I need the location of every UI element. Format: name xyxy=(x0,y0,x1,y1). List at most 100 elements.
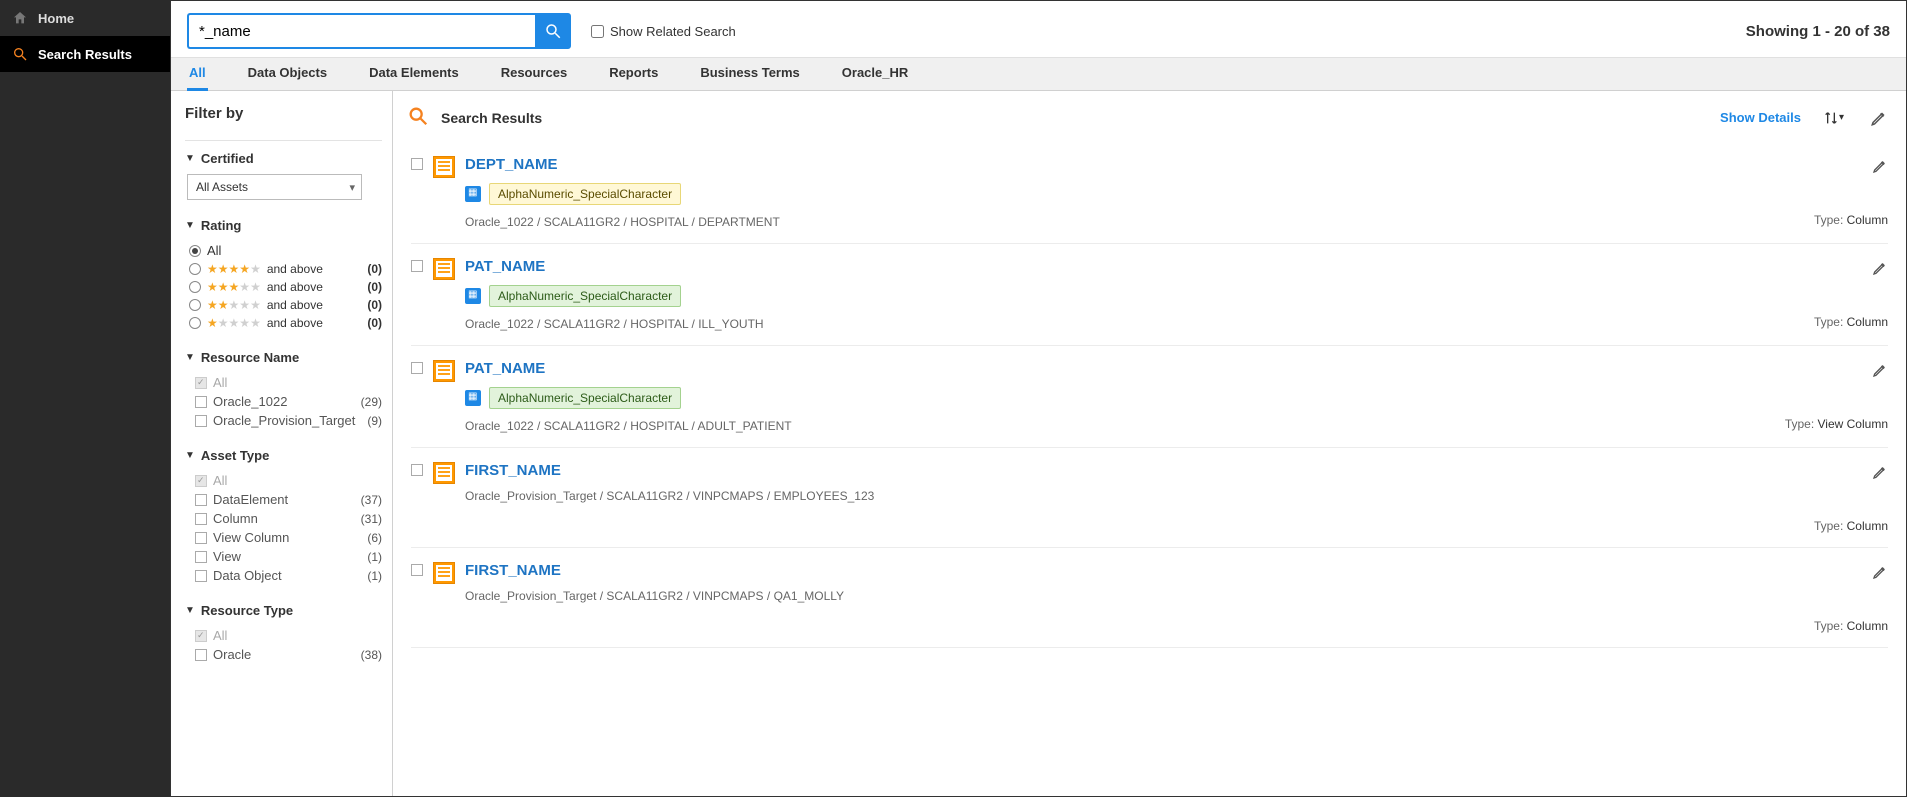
result-checkbox[interactable] xyxy=(411,158,423,170)
result-tag[interactable]: AlphaNumeric_SpecialCharacter xyxy=(489,285,681,307)
result-title[interactable]: PAT_NAME xyxy=(465,258,1748,275)
edit-icon[interactable] xyxy=(1872,260,1888,279)
results-body: DEPT_NAME AlphaNumeric_SpecialCharacter Or… xyxy=(393,142,1906,796)
asset-type-item-count: (31) xyxy=(361,512,382,526)
tab-oracle-hr[interactable]: Oracle_HR xyxy=(840,57,910,91)
result-meta: Type: Column xyxy=(1758,258,1888,331)
asset-type-item-count: (6) xyxy=(367,531,382,545)
asset-type-item[interactable]: View (1) xyxy=(185,547,382,566)
nav-home[interactable]: Home xyxy=(0,0,170,36)
asset-type-all[interactable]: All xyxy=(185,471,382,490)
certified-select[interactable]: All Assets xyxy=(187,174,362,200)
show-related-checkbox[interactable] xyxy=(591,25,604,38)
result-type-value: Column xyxy=(1847,619,1888,633)
result-title[interactable]: PAT_NAME xyxy=(465,360,1748,377)
edit-icon[interactable] xyxy=(1872,362,1888,381)
filter-certified-head[interactable]: ▼ Certified xyxy=(185,151,382,166)
asset-type-item[interactable]: Data Object(1) xyxy=(185,566,382,585)
rating-1[interactable]: ★★★★★ and above (0) xyxy=(185,314,382,332)
rating-all[interactable]: All xyxy=(185,241,382,260)
resource-name-item[interactable]: Oracle_Provision_Target (9) xyxy=(185,411,382,430)
result-item: FIRST_NAMEOracle_Provision_Target / SCAL… xyxy=(411,548,1888,648)
edit-icon[interactable] xyxy=(1870,109,1888,127)
asset-type-item-count: (1) xyxy=(367,569,382,583)
filter-rating-label: Rating xyxy=(201,218,241,233)
sort-icon[interactable]: ▾ xyxy=(1823,110,1844,126)
edit-icon[interactable] xyxy=(1872,564,1888,583)
tab-data-objects[interactable]: Data Objects xyxy=(246,57,329,91)
caret-down-icon: ▼ xyxy=(185,352,195,363)
table-icon xyxy=(433,258,455,280)
radio-icon xyxy=(189,263,201,275)
result-path: Oracle_Provision_Target / SCALA11GR2 / V… xyxy=(465,489,1748,503)
result-type-label: Type: xyxy=(1814,619,1847,633)
result-checkbox[interactable] xyxy=(411,564,423,576)
result-checkbox[interactable] xyxy=(411,464,423,476)
filter-resource-type-head[interactable]: ▼ Resource Type xyxy=(185,603,382,618)
filter-resource-name-head[interactable]: ▼ Resource Name xyxy=(185,350,382,365)
result-type: Type: Column xyxy=(1814,619,1888,633)
table-icon xyxy=(433,360,455,382)
resource-name-all[interactable]: All xyxy=(185,373,382,392)
result-title[interactable]: FIRST_NAME xyxy=(465,562,1748,579)
result-title[interactable]: FIRST_NAME xyxy=(465,462,1748,479)
checkbox-icon xyxy=(195,551,207,563)
result-tag[interactable]: AlphaNumeric_SpecialCharacter xyxy=(489,183,681,205)
checkbox-icon xyxy=(195,649,207,661)
nav-home-label: Home xyxy=(38,11,74,26)
search-input[interactable] xyxy=(187,13,535,49)
tab-data-elements[interactable]: Data Elements xyxy=(367,57,461,91)
caret-down-icon: ▼ xyxy=(185,605,195,616)
asset-type-item[interactable]: Column(31) xyxy=(185,509,382,528)
result-checkbox[interactable] xyxy=(411,362,423,374)
rating-3[interactable]: ★★★★★ and above (0) xyxy=(185,278,382,296)
tab-reports[interactable]: Reports xyxy=(607,57,660,91)
search-button[interactable] xyxy=(535,13,571,49)
and-above: and above xyxy=(267,298,323,312)
asset-type-item[interactable]: View Column (6) xyxy=(185,528,382,547)
asset-type-item-label: View Column xyxy=(213,530,289,545)
result-type-label: Type: xyxy=(1814,519,1847,533)
rating-4[interactable]: ★★★★★ and above (0) xyxy=(185,260,382,278)
result-title[interactable]: DEPT_NAME xyxy=(465,156,1748,173)
asset-type-item[interactable]: DataElement(37) xyxy=(185,490,382,509)
resource-type-all[interactable]: All xyxy=(185,626,382,645)
result-tag[interactable]: AlphaNumeric_SpecialCharacter xyxy=(489,387,681,409)
filter-asset-type-head[interactable]: ▼ Asset Type xyxy=(185,448,382,463)
resource-name-item[interactable]: Oracle_1022 (29) xyxy=(185,392,382,411)
rating-1-count: (0) xyxy=(367,316,382,330)
filter-rating-head[interactable]: ▼ Rating xyxy=(185,218,382,233)
result-type-label: Type: xyxy=(1814,213,1847,227)
checkbox-icon xyxy=(195,570,207,582)
table-icon xyxy=(433,562,455,584)
asset-type-item-count: (37) xyxy=(361,493,382,507)
asset-type-item-count: (1) xyxy=(367,550,382,564)
result-path: Oracle_1022 / SCALA11GR2 / HOSPITAL / IL… xyxy=(465,317,1748,331)
edit-icon[interactable] xyxy=(1872,158,1888,177)
tab-business-terms[interactable]: Business Terms xyxy=(698,57,801,91)
results-panel: Search Results Show Details ▾ DEPT_NAMEA… xyxy=(393,91,1906,796)
tab-all[interactable]: All xyxy=(187,57,208,91)
edit-icon[interactable] xyxy=(1872,464,1888,483)
filter-certified-label: Certified xyxy=(201,151,254,166)
result-path: Oracle_1022 / SCALA11GR2 / HOSPITAL / DE… xyxy=(465,215,1748,229)
asset-type-all-label: All xyxy=(213,473,227,488)
left-nav: Home Search Results xyxy=(0,0,170,797)
result-type-label: Type: xyxy=(1814,315,1847,329)
resource-type-item-label: Oracle xyxy=(213,647,251,662)
filter-asset-type-label: Asset Type xyxy=(201,448,269,463)
result-item: DEPT_NAME AlphaNumeric_SpecialCharacter Or… xyxy=(411,142,1888,244)
show-related-search[interactable]: Show Related Search xyxy=(591,24,736,39)
show-details-link[interactable]: Show Details xyxy=(1720,110,1801,125)
filter-resource-type-label: Resource Type xyxy=(201,603,293,618)
tab-resources[interactable]: Resources xyxy=(499,57,569,91)
nav-search-results[interactable]: Search Results xyxy=(0,36,170,72)
result-checkbox[interactable] xyxy=(411,260,423,272)
rating-2-count: (0) xyxy=(367,298,382,312)
resource-type-item[interactable]: Oracle (38) xyxy=(185,645,382,664)
asset-type-item-label: View xyxy=(213,549,241,564)
result-tag-row: AlphaNumeric_SpecialCharacter xyxy=(465,285,1748,307)
rating-2[interactable]: ★★★★★ and above (0) xyxy=(185,296,382,314)
result-type-value: View Column xyxy=(1818,417,1888,431)
tabbar: All Data Objects Data Elements Resources… xyxy=(171,57,1906,91)
